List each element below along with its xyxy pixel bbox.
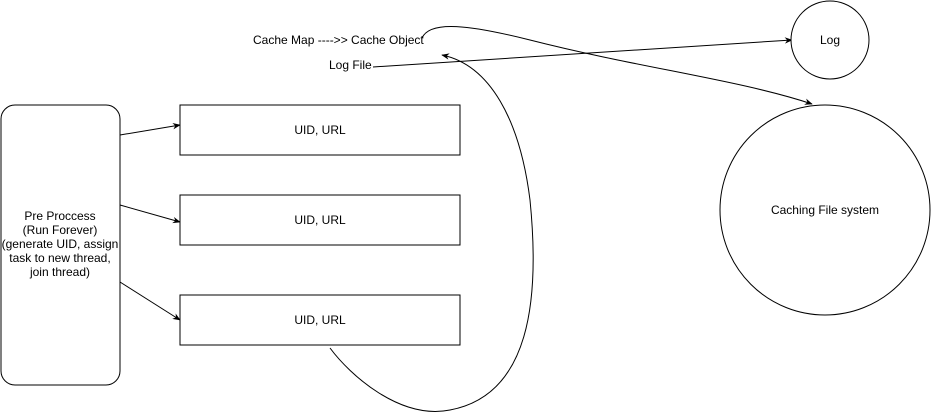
preprocess-line-1: Pre Proccess bbox=[24, 209, 95, 223]
log-file-label: Log File bbox=[329, 58, 372, 72]
edge-log-file-to-log bbox=[372, 37, 793, 68]
log-node-label: Log bbox=[820, 33, 840, 47]
log-node: Log bbox=[790, 0, 870, 80]
thread-box-3-label: UID, URL bbox=[294, 313, 346, 327]
edge-cache-map-to-caching-fs bbox=[421, 26, 813, 105]
preprocess-line-3: (generate UID, assign bbox=[2, 237, 119, 251]
thread-box-1: UID, URL bbox=[179, 104, 461, 156]
thread-box-1-label: UID, URL bbox=[294, 123, 346, 137]
edge-preprocess-to-thread-1 bbox=[119, 123, 181, 136]
cache-map-label: Cache Map ---->> Cache Object bbox=[253, 33, 424, 47]
thread-box-2: UID, URL bbox=[179, 194, 461, 246]
thread-box-2-label: UID, URL bbox=[294, 213, 346, 227]
thread-box-3: UID, URL bbox=[179, 294, 461, 346]
caching-fs-node: Caching File system bbox=[719, 104, 931, 316]
edge-preprocess-to-thread-2 bbox=[119, 204, 181, 224]
edge-preprocess-to-thread-3 bbox=[119, 281, 181, 321]
caching-fs-label: Caching File system bbox=[771, 203, 879, 217]
preprocess-node: Pre Proccess (Run Forever) (generate UID… bbox=[0, 104, 121, 386]
preprocess-line-2: (Run Forever) bbox=[23, 223, 98, 237]
architecture-diagram: Pre Proccess (Run Forever) (generate UID… bbox=[0, 0, 931, 412]
preprocess-line-4: task to new thread, bbox=[9, 251, 110, 265]
preprocess-line-5: join thread) bbox=[29, 265, 90, 279]
